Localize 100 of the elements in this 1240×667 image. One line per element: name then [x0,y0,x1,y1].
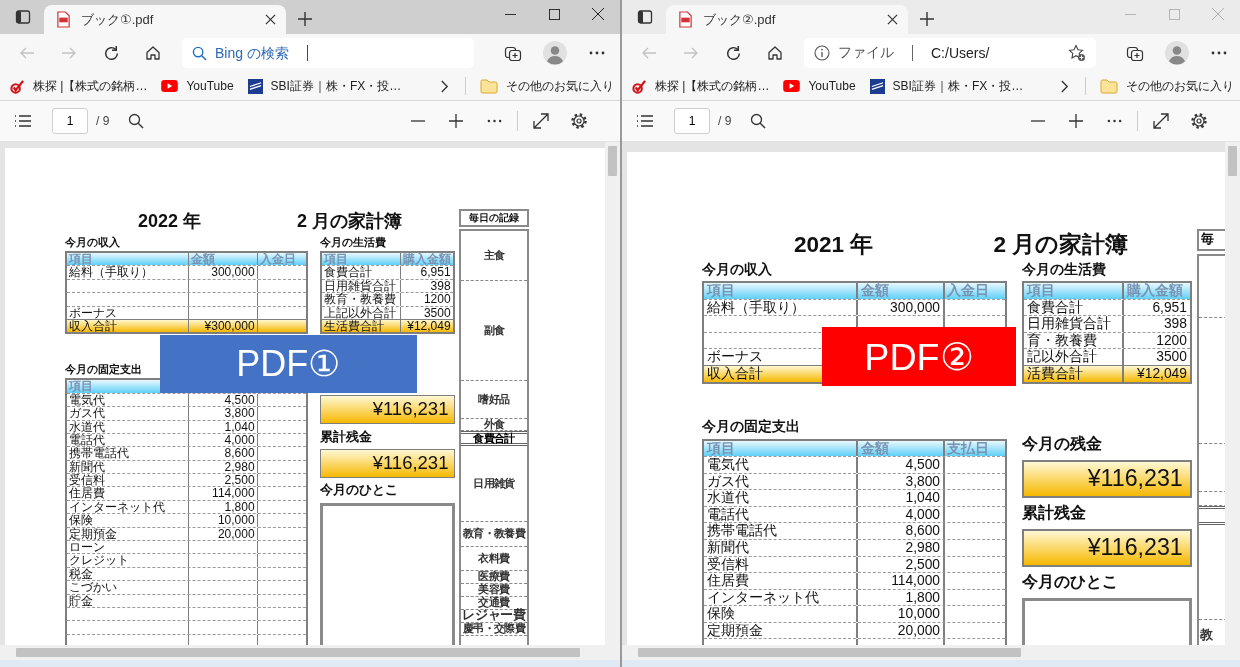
plus-icon [297,11,313,27]
other-favorites-folder[interactable]: その他のお気に入り [1100,74,1234,98]
favorite-link[interactable]: 株探 |【株式の銘柄… [632,74,770,98]
column-header: 毎日の記録 [459,209,529,227]
table-cell-text: ローン [68,541,107,554]
address-bar[interactable]: ファイル C:/Users/ [804,38,1096,68]
table-cell: 1,800 [188,500,257,514]
horizontal-scrollbar[interactable] [0,645,620,660]
table-cell: 1,040 [856,490,943,506]
pdf-label-banner: PDF② [822,327,1016,387]
favorite-link[interactable]: 株探 |【株式の銘柄… [10,74,148,98]
table-cell-text: 電気代 [706,457,751,473]
month-title: 2 月の家計簿 [993,230,1130,259]
table-cell-text: 日用雑貨合計 [1026,316,1113,332]
refresh-icon [102,44,120,62]
minus-icon [1030,120,1046,122]
table-cell-text: 日用雑貨合計 [323,279,398,293]
pdf-file-icon [56,11,71,28]
favorite-link[interactable]: SBI証券｜株・FX・投… [869,74,1024,98]
table-cell-text: ガス代 [706,473,751,490]
add-favorite-icon[interactable] [1068,44,1086,62]
browser-tab[interactable]: ブック①.pdf [44,5,286,34]
info-icon[interactable] [814,45,830,61]
home-icon [767,45,783,61]
table-cell: 1,800 [856,589,943,606]
table-cell: 1200 [400,293,453,306]
table-cell: 398 [400,279,453,293]
address-bar[interactable]: Bing の検索 [182,38,474,68]
list-icon [14,114,32,128]
collections-icon [504,44,522,62]
section-title: 今月の生活費 [1022,260,1107,279]
record-cell: 美容費 [461,583,527,597]
other-favorites-folder[interactable]: その他のお気に入り [480,74,614,98]
plus-icon [919,11,935,27]
table-cell-text: 食費合計 [1026,299,1085,316]
table-cell-text: 生活費合計 [323,319,385,333]
striped-square-icon [247,78,263,94]
table-cell-text: ボーナス [706,349,765,365]
url-input[interactable]: C:/Users/ [931,45,1060,61]
check-mark-icon [632,78,647,94]
memo-label: 今月のひとこ [320,481,398,500]
table-cell-text: インターネット代 [706,589,821,606]
balance-amount: ¥116,231 [320,395,455,425]
table-cell: 114,000 [856,573,943,589]
balance-label: 今月の残金 [1022,433,1103,455]
more-icon [1106,119,1122,123]
page-number-field[interactable]: 1 [52,108,88,134]
column-header: 金額 [856,440,943,457]
table-cell-text: 水道代 [706,490,751,506]
folder-icon [480,78,498,94]
close-tab-icon[interactable] [887,14,898,25]
record-cell: 食費合計 [461,430,527,446]
more-icon [589,51,605,55]
folder-icon [1100,78,1118,94]
favorite-link[interactable]: YouTube [161,74,234,98]
page-number-field[interactable]: 1 [674,108,710,134]
table-cell: 20,000 [188,527,257,541]
column-header: 項目 [67,253,95,266]
site-info-label[interactable]: ファイル [838,44,894,62]
back-arrow-icon [19,45,35,61]
favorite-link[interactable]: YouTube [783,74,856,98]
table-cell-text: 水道代 [68,420,107,433]
profile-button[interactable] [540,38,570,68]
balance-amount: ¥116,231 [320,449,455,478]
section-title: 今月の収入 [702,260,773,279]
page-count: / 9 [96,114,110,128]
table-cell-text: 定期預金 [706,622,765,639]
vertical-scrollbar[interactable] [1225,142,1240,645]
close-icon [592,8,604,20]
favorite-link[interactable]: SBI証券｜株・FX・投… [247,74,402,98]
page-count: / 9 [718,114,732,128]
avatar-icon [1165,41,1189,65]
table-cell-text: 記以外合計 [1026,349,1099,365]
search-icon [750,113,767,129]
search-input[interactable]: Bing の検索 [215,45,295,61]
table-cell: ¥12,049 [1122,365,1190,382]
table-cell: 398 [1122,316,1190,332]
plus-icon [448,113,464,129]
table-cell: 3,800 [188,407,257,420]
table-cell-text: 電気代 [68,393,107,407]
vertical-scrollbar[interactable] [605,142,620,645]
table-cell-text: クレジット [68,554,131,567]
record-cell: 教育・教養費 [461,521,527,547]
close-tab-icon[interactable] [265,14,276,25]
browser-tab[interactable]: ブック②.pdf [666,5,908,34]
balance-label: 累計残金 [320,427,372,446]
table-cell-text: 電話代 [706,506,751,523]
pdf-label-banner: PDF① [159,335,417,393]
table-cell-text: 定期預金 [68,527,119,541]
table-cell: 8,600 [856,523,943,539]
pdf-file-icon [678,11,693,28]
table-cell-text: 電話代 [68,433,107,447]
table-cell: 1,040 [188,420,257,433]
more-icon [486,119,502,123]
column-header: 購入金額 [400,253,453,266]
horizontal-scrollbar[interactable] [622,645,1240,660]
table-cell-text: 収入合計 [68,319,119,333]
table-cell: 300,000 [188,266,257,279]
table-cell: 2,500 [188,474,257,487]
profile-button[interactable] [1162,38,1192,68]
